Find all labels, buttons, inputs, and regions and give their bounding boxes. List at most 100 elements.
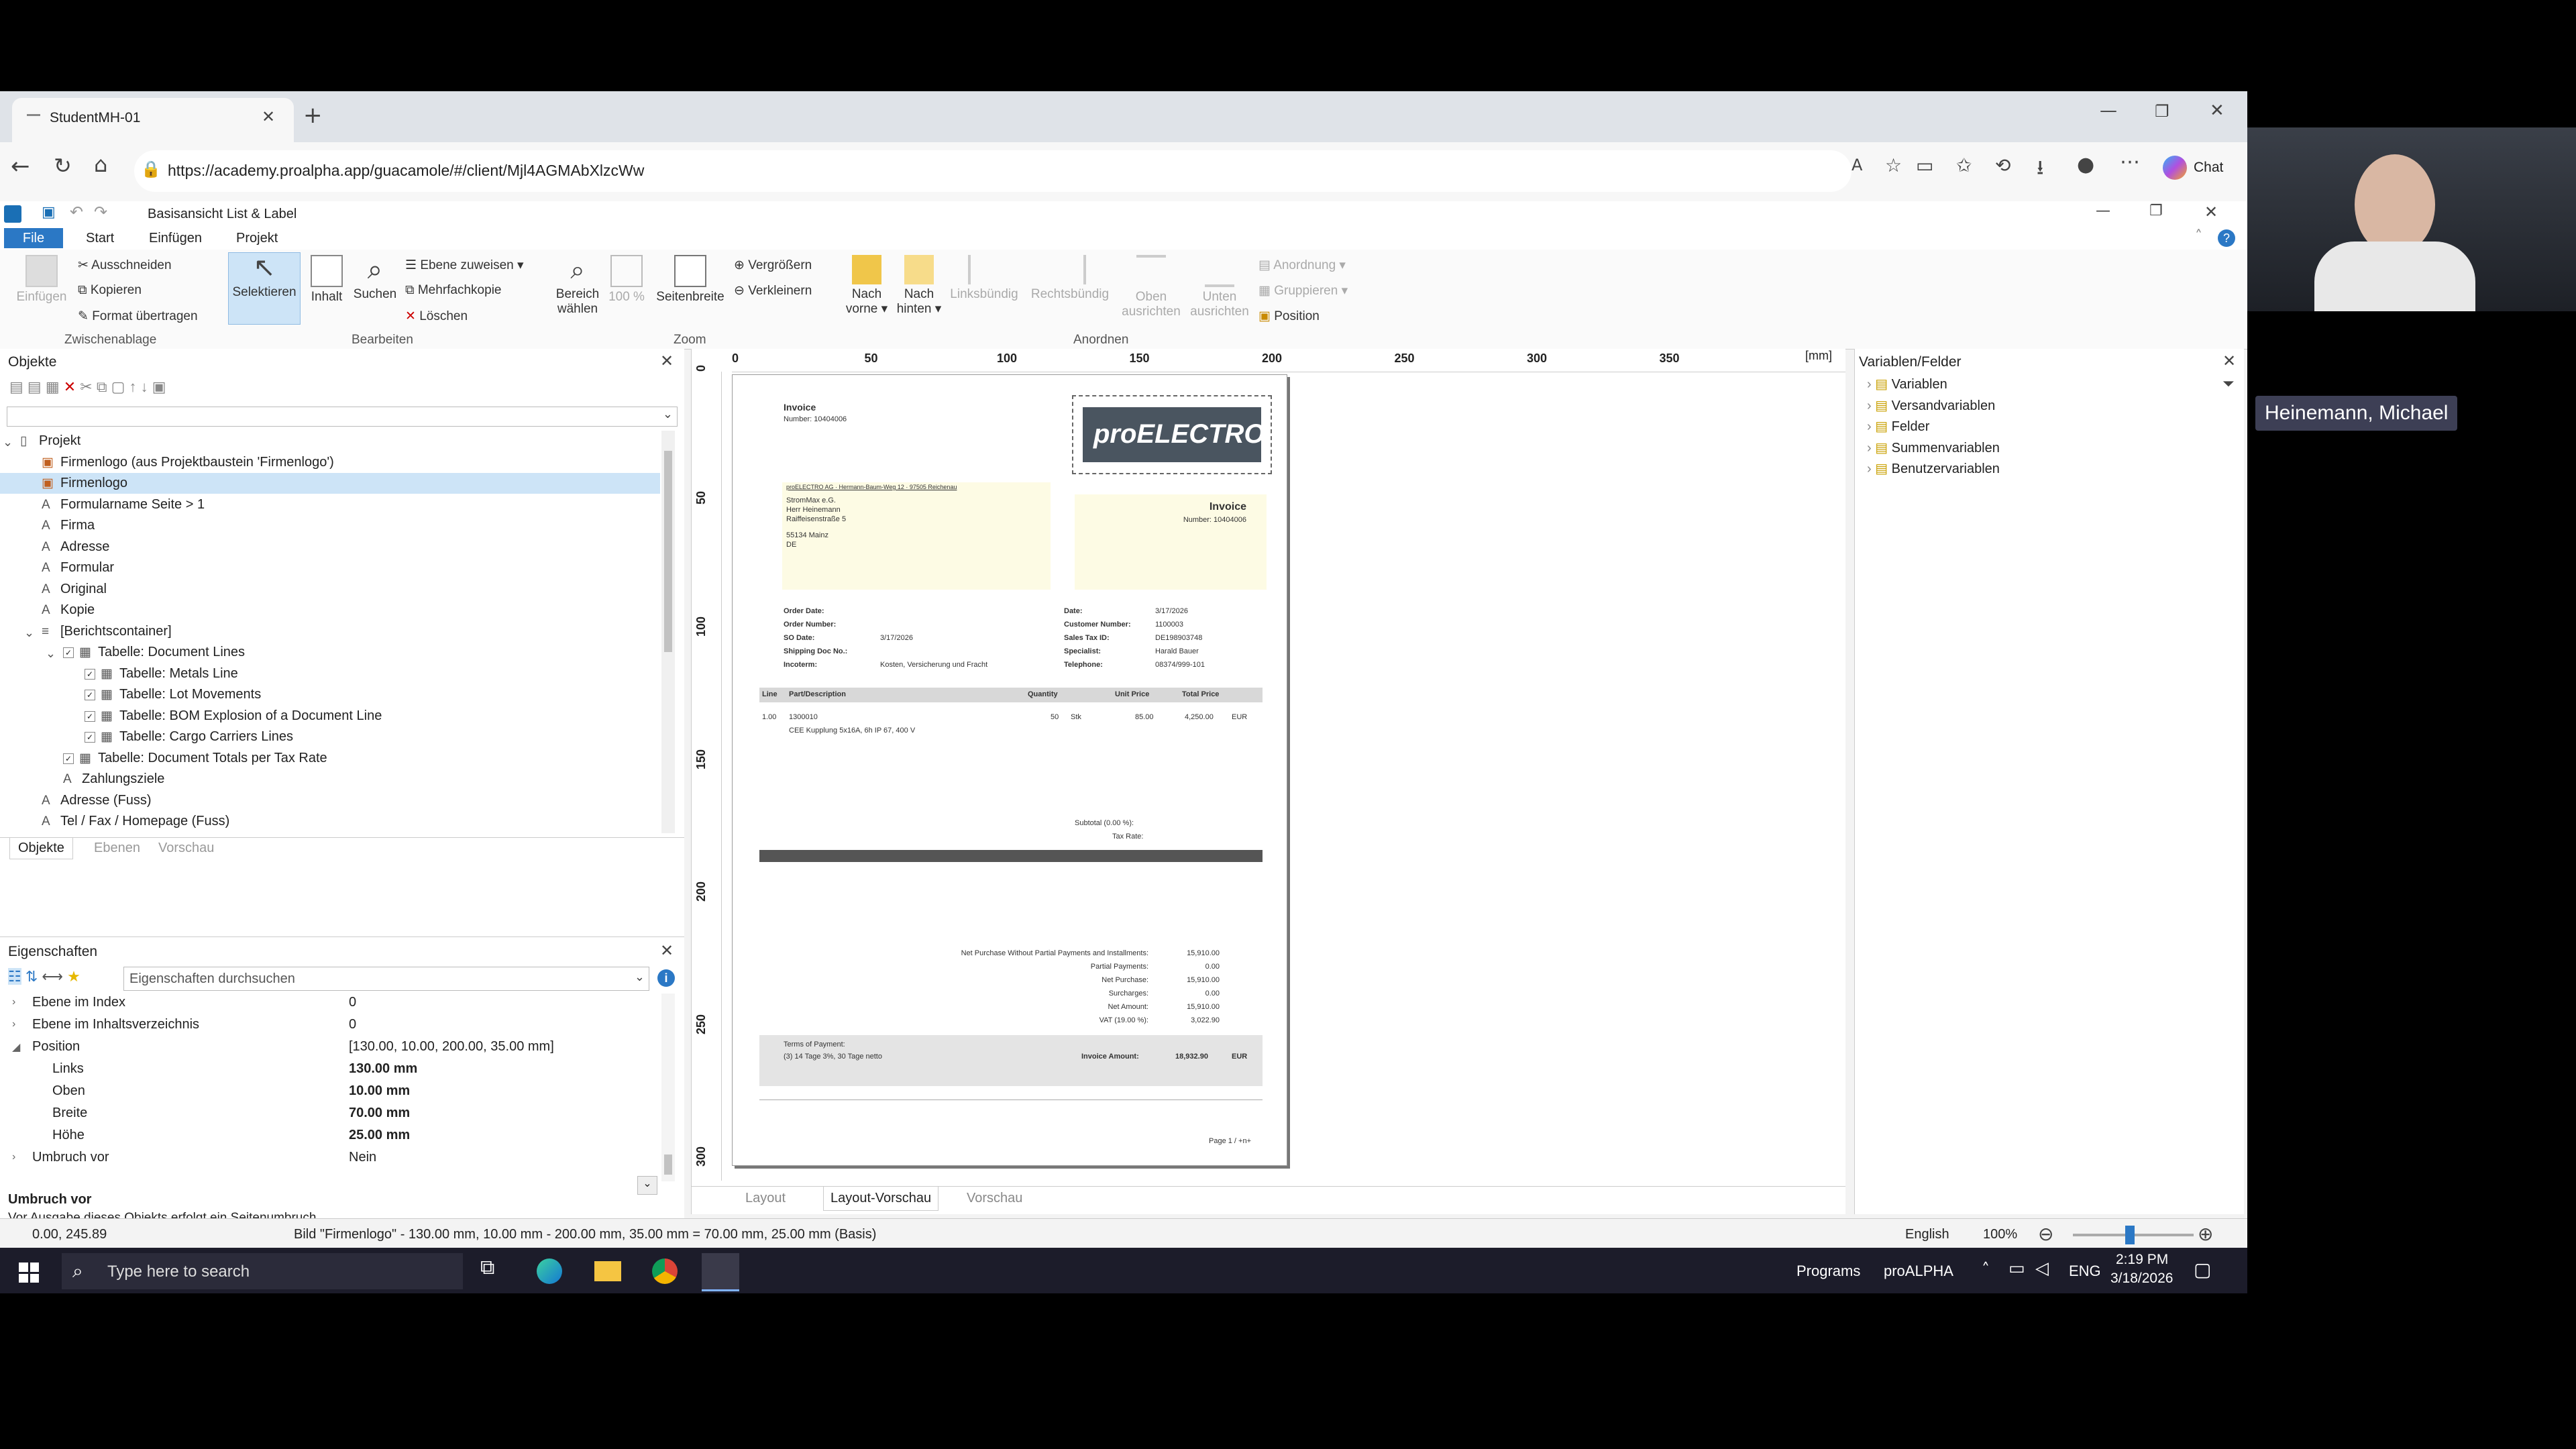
variables-close-icon[interactable]: ✕ bbox=[2222, 352, 2236, 370]
info-icon[interactable]: i bbox=[657, 969, 675, 987]
tree-item[interactable]: A Original bbox=[0, 579, 660, 600]
menu-einfuegen[interactable]: Einfügen bbox=[149, 231, 202, 246]
ausschneiden-button[interactable]: ✂ Ausschneiden bbox=[78, 258, 172, 273]
position-button[interactable]: ▣ Position bbox=[1258, 309, 1320, 324]
property-expand-icon[interactable]: ◢ bbox=[12, 1040, 20, 1054]
verkleinern-button[interactable]: ⊖ Verkleinern bbox=[734, 283, 812, 299]
objects-close-icon[interactable]: ✕ bbox=[660, 352, 674, 370]
volume-icon[interactable]: ◁ bbox=[2035, 1258, 2049, 1279]
save-icon[interactable]: ▣ bbox=[42, 204, 56, 221]
objects-filter-combo[interactable]: ⌄ bbox=[7, 407, 678, 427]
tree-item[interactable]: ▣ Firmenlogo (aus Projektbaustein 'Firmen… bbox=[0, 452, 660, 473]
gruppieren-button[interactable]: ▦ Gruppieren ▾ bbox=[1258, 283, 1348, 299]
proalpha-taskbar-icon[interactable] bbox=[702, 1253, 739, 1291]
categorized-icon[interactable]: ☷ bbox=[8, 968, 21, 985]
home-icon[interactable]: ⌂ bbox=[94, 152, 107, 177]
einfuegen-button[interactable]: Einfügen bbox=[9, 255, 74, 305]
umbruch-dropdown[interactable]: ⌄ bbox=[637, 1176, 657, 1195]
loeschen-button[interactable]: ✕ Löschen bbox=[405, 309, 468, 324]
property-expand-icon[interactable]: › bbox=[12, 996, 15, 1008]
expand-icon[interactable]: ⟷ bbox=[42, 968, 63, 985]
new-object-icon[interactable]: ▤ bbox=[9, 378, 28, 395]
url-field[interactable]: 🔒 https://academy.proalpha.app/guacamole… bbox=[134, 150, 1851, 192]
status-language[interactable]: English bbox=[1905, 1227, 1949, 1242]
edge-icon[interactable] bbox=[537, 1258, 562, 1284]
variable-folder[interactable]: › ▤ Variablen bbox=[1867, 376, 1947, 392]
tree-item[interactable]: ⌄ ▯ Projekt bbox=[0, 431, 660, 451]
format-button[interactable]: ✎ Format übertragen bbox=[78, 309, 198, 324]
favorites-icon[interactable]: ✩ bbox=[1956, 154, 1972, 176]
expand-chevron-icon[interactable]: › bbox=[1867, 462, 1875, 476]
linksbuendig-button[interactable]: Linksbündig bbox=[945, 255, 1024, 302]
minimize-icon[interactable]: — bbox=[2100, 101, 2117, 121]
zoom-slider-thumb[interactable] bbox=[2125, 1226, 2135, 1244]
tree-item[interactable]: ✓ ▦ Tabelle: Cargo Carriers Lines bbox=[0, 727, 660, 747]
taskbar-programs[interactable]: Programs bbox=[1796, 1263, 1860, 1280]
favorite-props-icon[interactable]: ★ bbox=[67, 968, 80, 985]
property-expand-icon[interactable]: › bbox=[12, 1018, 15, 1030]
tree-item[interactable]: ✓ ▦ Tabelle: Lot Movements bbox=[0, 684, 660, 705]
network-icon[interactable]: ▭ bbox=[2008, 1258, 2025, 1279]
copy-object-icon[interactable]: ⧉ bbox=[97, 378, 111, 395]
ebene-zuweisen-button[interactable]: ☰ Ebene zuweisen ▾ bbox=[405, 258, 524, 273]
notifications-icon[interactable]: ▢ bbox=[2194, 1258, 2211, 1281]
tree-item[interactable]: ✓ ▦ Tabelle: Metals Line bbox=[0, 663, 660, 684]
zoom-minus-icon[interactable]: ⊖ bbox=[2038, 1223, 2053, 1245]
visibility-checkbox[interactable]: ✓ bbox=[85, 732, 95, 743]
filter-icon[interactable]: ⏷ bbox=[2222, 376, 2235, 392]
property-expand-icon[interactable]: › bbox=[12, 1151, 15, 1163]
app-restore-icon[interactable]: ❐ bbox=[2149, 203, 2163, 219]
expand-chevron-icon[interactable]: ⌄ bbox=[24, 623, 34, 644]
visibility-checkbox[interactable]: ✓ bbox=[63, 753, 74, 764]
tab-layout-vorschau[interactable]: Layout-Vorschau bbox=[823, 1187, 939, 1211]
vergroessern-button[interactable]: ⊕ Vergrößern bbox=[734, 258, 812, 273]
taskbar-proalpha[interactable]: proALPHA bbox=[1884, 1263, 1953, 1280]
tab-ebenen[interactable]: Ebenen bbox=[94, 841, 140, 856]
tree-item[interactable]: A Formular bbox=[0, 557, 660, 578]
property-value[interactable]: 70.00 mm bbox=[349, 1106, 410, 1121]
tree-item[interactable]: A Formularname Seite > 1 bbox=[0, 494, 660, 515]
taskbar-search[interactable]: ⌕ Type here to search bbox=[62, 1253, 463, 1289]
anordnung-button[interactable]: ▤ Anordnung ▾ bbox=[1258, 258, 1346, 273]
move-down-icon[interactable]: ↓ bbox=[141, 378, 152, 395]
sort-icon[interactable]: ⇅ bbox=[25, 968, 38, 985]
expand-chevron-icon[interactable]: › bbox=[1867, 377, 1875, 392]
nach-hinten-button[interactable]: Nach hinten ▾ bbox=[894, 255, 945, 317]
variable-folder[interactable]: › ▤ Benutzervariablen bbox=[1867, 460, 2000, 477]
profile-icon[interactable]: ● bbox=[2077, 153, 2094, 176]
tab-objekte[interactable]: Objekte bbox=[9, 838, 73, 859]
firmenlogo-image[interactable]: proELECTRO bbox=[1072, 395, 1272, 474]
rechtsbuendig-button[interactable]: Rechtsbündig bbox=[1024, 255, 1116, 302]
zoom-plus-icon[interactable]: ⊕ bbox=[2198, 1223, 2213, 1245]
move-up-icon[interactable]: ↑ bbox=[129, 378, 141, 395]
tree-item[interactable]: A Kopie bbox=[0, 600, 660, 621]
variable-folder[interactable]: › ▤ Summenvariablen bbox=[1867, 439, 2000, 456]
property-value[interactable]: 130.00 mm bbox=[349, 1061, 417, 1077]
back-icon[interactable]: ← bbox=[11, 153, 30, 180]
menu-projekt[interactable]: Projekt bbox=[236, 231, 278, 246]
tree-item[interactable]: ✓ ▦ Tabelle: BOM Explosion of a Document L… bbox=[0, 706, 660, 727]
tab-close-icon[interactable]: ✕ bbox=[262, 107, 275, 126]
property-value[interactable]: 0 bbox=[349, 995, 356, 1010]
expand-chevron-icon[interactable]: ⌄ bbox=[3, 432, 13, 453]
visibility-checkbox[interactable]: ✓ bbox=[85, 668, 95, 680]
delete-object-icon[interactable]: ✕ bbox=[64, 378, 80, 395]
properties-search[interactable]: Eigenschaften durchsuchen ⌄ bbox=[123, 967, 649, 991]
tree-item[interactable]: ⌄ ≡ [Berichtscontainer] bbox=[0, 621, 660, 642]
read-aloud-icon[interactable]: A bbox=[1851, 156, 1862, 174]
chrome-icon[interactable] bbox=[652, 1258, 678, 1284]
split-screen-icon[interactable]: ▭ bbox=[1916, 154, 1933, 176]
tree-item[interactable]: A Adresse bbox=[0, 537, 660, 557]
suchen-button[interactable]: ⌕ Suchen bbox=[352, 255, 398, 302]
properties-scrollbar[interactable] bbox=[661, 994, 675, 1181]
tab-vorschau[interactable]: Vorschau bbox=[158, 841, 214, 856]
app-close-icon[interactable]: ✕ bbox=[2204, 203, 2218, 221]
collapse-ribbon-icon[interactable]: ˄ bbox=[2195, 228, 2202, 245]
search-dropdown-icon[interactable]: ⌄ bbox=[635, 970, 645, 984]
tab-vorschau-canvas[interactable]: Vorschau bbox=[967, 1191, 1022, 1206]
menu-start[interactable]: Start bbox=[86, 231, 114, 246]
table-icon[interactable]: ▦ bbox=[46, 378, 64, 395]
kopieren-button[interactable]: ⧉ Kopieren bbox=[78, 283, 142, 298]
oben-ausrichten-button[interactable]: Oben ausrichten bbox=[1118, 255, 1185, 319]
chat-label[interactable]: Chat bbox=[2194, 160, 2223, 176]
